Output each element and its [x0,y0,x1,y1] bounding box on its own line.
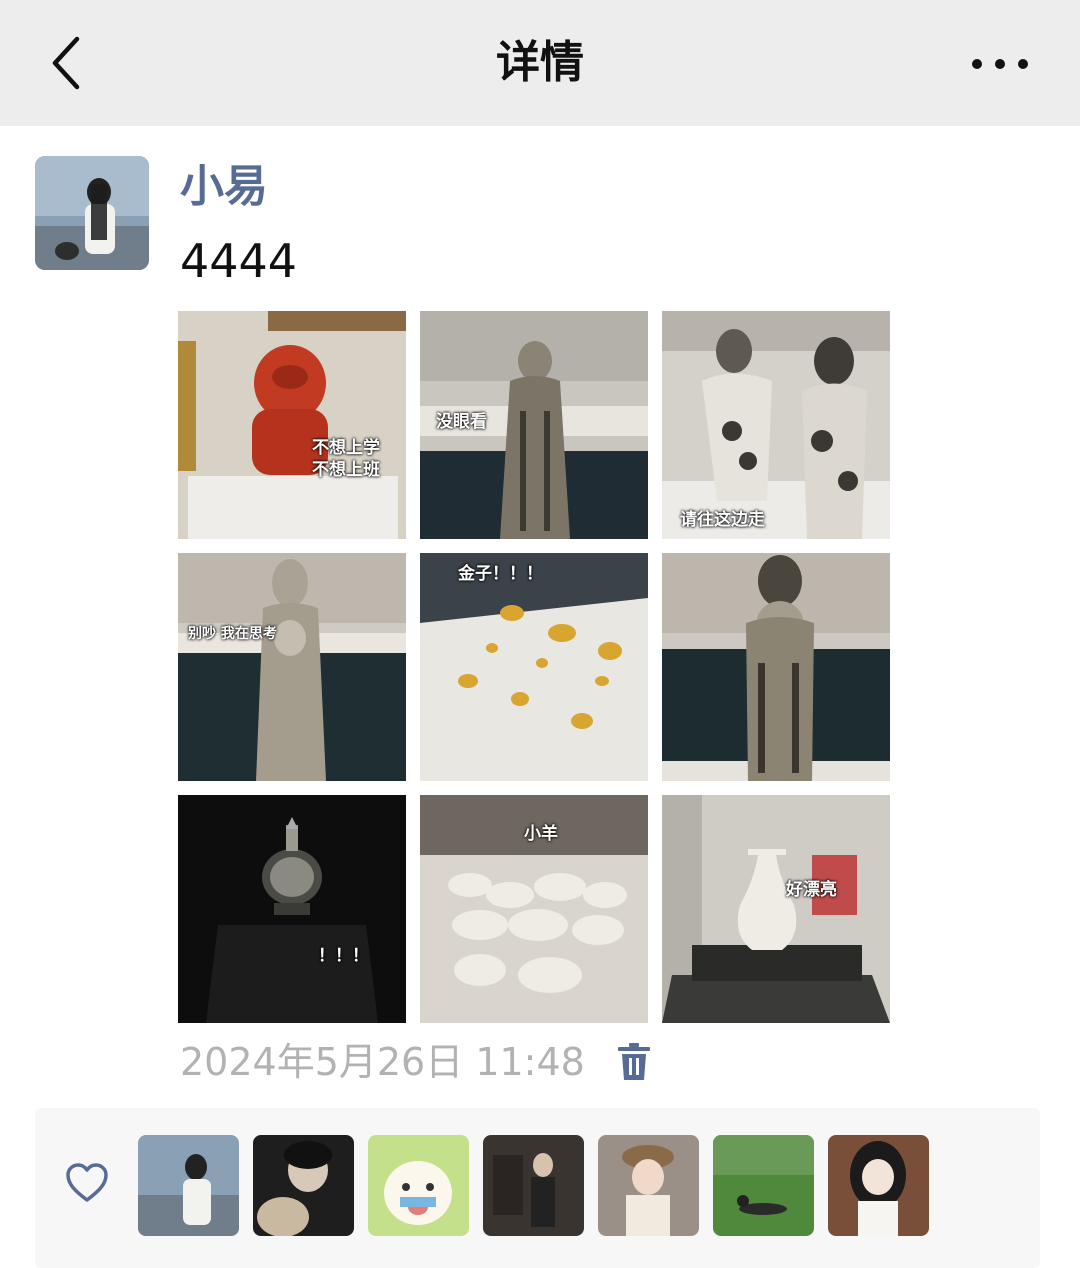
photo-7[interactable]: ！！！ [178,795,406,1023]
trash-icon [617,1043,650,1080]
liker-avatar[interactable] [253,1135,354,1236]
author-avatar[interactable] [35,156,149,270]
liker-avatar[interactable] [713,1135,814,1236]
liker-avatar[interactable] [828,1135,929,1236]
more-button[interactable] [960,44,1040,84]
liker-avatar[interactable] [483,1135,584,1236]
photo-caption: 没眼看 [436,412,487,432]
post-text: 4444 [180,234,298,288]
more-dots-icon [972,59,1028,69]
heart-outline-icon [66,1163,108,1202]
photo-caption: 别吵 我在思考 [188,626,277,642]
photo-caption: 金子！！！ [458,564,543,584]
photo-9[interactable]: 好漂亮 [662,795,890,1023]
likes-panel [35,1108,1040,1268]
liker-avatars [138,1135,929,1236]
photo-3[interactable]: 请往这边走 [662,311,890,539]
photo-5[interactable]: 金子！！！ [420,553,648,781]
photo-caption: 不想上学 不想上班 [312,438,380,480]
top-nav-bar: 详情 [0,0,1080,126]
photo-6[interactable] [662,553,890,781]
photo-caption: ！！！ [318,946,369,966]
liker-avatar[interactable] [138,1135,239,1236]
photo-caption: 请往这边走 [680,510,765,530]
page-title: 详情 [496,37,584,88]
photo-4[interactable]: 别吵 我在思考 [178,553,406,781]
photo-caption: 小羊 [524,824,558,844]
post-timestamp: 2024年5月26日 11:48 [180,1040,585,1084]
photo-caption: 好漂亮 [786,880,837,900]
photo-8[interactable]: 小羊 [420,795,648,1023]
like-button[interactable] [65,1163,109,1203]
photo-2[interactable]: 没眼看 [420,311,648,539]
photo-grid: 不想上学 不想上班 没眼看 请往这边走 别吵 我在思考 金子！！！ ！！！ 小羊… [178,311,890,1023]
post-meta: 2024年5月26日 11:48 [180,1036,653,1088]
author-name[interactable]: 小易 [180,158,268,216]
liker-avatar[interactable] [598,1135,699,1236]
liker-avatar[interactable] [368,1135,469,1236]
photo-1[interactable]: 不想上学 不想上班 [178,311,406,539]
delete-button[interactable] [617,1040,653,1084]
